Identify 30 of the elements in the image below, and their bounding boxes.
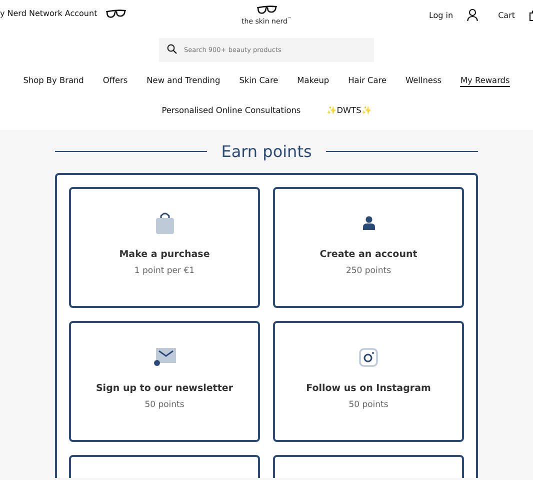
nav-link[interactable]: Makeup [297,75,330,87]
nav-link[interactable]: Offers [102,75,128,87]
nav-link[interactable]: Personalised Online Consultations [162,105,301,117]
card-title: Follow us on Instagram [306,383,431,394]
card-points: 50 points [144,400,184,410]
glasses-icon [105,9,128,19]
login-link[interactable]: Log in [428,10,454,20]
nav-link[interactable]: Shop By Brand [23,75,84,87]
instagram-icon [359,348,378,366]
nav-link[interactable]: My Rewards [460,75,510,87]
nav-link[interactable]: Wellness [406,75,442,87]
shopping-bag-icon [156,212,174,234]
search-icon [167,44,177,54]
person-icon [362,216,374,230]
account-link[interactable]: y Nerd Network Account [0,9,98,18]
card-title: Sign up to our newsletter [96,383,234,394]
nav-link[interactable]: Skin Care [239,75,278,87]
glasses-logo-icon [256,5,278,15]
cart-link[interactable]: Cart [498,10,515,20]
card-points: 1 point per €1 [134,266,195,276]
card-title: Create an account [320,249,418,260]
section-title: Earn points [221,142,312,161]
nav-link[interactable]: New and Trending [146,75,220,87]
nav-link[interactable]: Hair Care [348,75,387,87]
user-icon[interactable] [467,9,478,21]
nav-link[interactable]: ✨DWTS✨ [326,105,372,117]
card-points: 250 points [346,266,392,276]
card-points: 50 points [348,400,388,410]
card-title: Make a purchase [119,249,210,260]
envelope-icon [154,348,176,366]
